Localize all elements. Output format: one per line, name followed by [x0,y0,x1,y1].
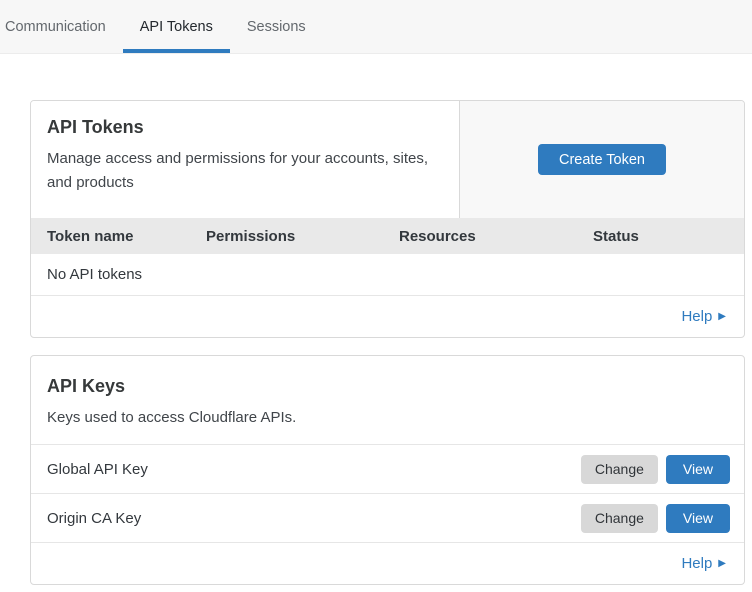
tab-communication-label: Communication [5,19,106,35]
keys-help-row: Help ▶ [31,543,744,584]
keys-help-label: Help [681,555,712,572]
origin-ca-key-view-button[interactable]: View [666,504,730,533]
api-tokens-description: Manage access and permissions for your a… [47,147,443,195]
global-api-key-row: Global API Key Change View [31,445,744,494]
global-api-key-label: Global API Key [47,461,581,478]
api-keys-card-header: API Keys Keys used to access Cloudflare … [31,356,744,445]
tab-sessions-label: Sessions [247,19,306,35]
tab-api-tokens-label: API Tokens [140,19,213,35]
global-api-key-change-button[interactable]: Change [581,455,658,484]
help-arrow-icon: ▶ [718,312,726,322]
tokens-table-header: Token name Permissions Resources Status [31,218,744,254]
api-tokens-card-header-text: API Tokens Manage access and permissions… [31,101,460,218]
tokens-help-link[interactable]: Help ▶ [681,308,726,325]
api-keys-card: API Keys Keys used to access Cloudflare … [30,355,745,585]
api-tokens-card: API Tokens Manage access and permissions… [30,100,745,338]
column-header-resources: Resources [399,228,593,245]
column-header-token-name: Token name [47,228,206,245]
tokens-empty-row: No API tokens [31,254,744,296]
api-tokens-title: API Tokens [47,114,443,141]
api-keys-title: API Keys [47,373,728,400]
column-header-status: Status [593,228,744,245]
main-content: API Tokens Manage access and permissions… [0,54,752,585]
tab-communication[interactable]: Communication [5,0,123,53]
api-tokens-card-header: API Tokens Manage access and permissions… [31,101,744,218]
tokens-help-row: Help ▶ [31,296,744,337]
api-tokens-card-header-action: Create Token [460,101,744,218]
global-api-key-view-button[interactable]: View [666,455,730,484]
origin-ca-key-row: Origin CA Key Change View [31,494,744,543]
help-arrow-icon: ▶ [718,559,726,569]
tokens-empty-message: No API tokens [47,266,142,283]
tab-sessions[interactable]: Sessions [230,0,323,53]
origin-ca-key-change-button[interactable]: Change [581,504,658,533]
tokens-help-label: Help [681,308,712,325]
create-token-button[interactable]: Create Token [538,144,666,175]
keys-help-link[interactable]: Help ▶ [681,555,726,572]
tab-bar: Communication API Tokens Sessions [0,0,752,54]
tab-api-tokens[interactable]: API Tokens [123,0,230,53]
column-header-permissions: Permissions [206,228,399,245]
api-keys-description: Keys used to access Cloudflare APIs. [47,406,447,430]
origin-ca-key-label: Origin CA Key [47,510,581,527]
